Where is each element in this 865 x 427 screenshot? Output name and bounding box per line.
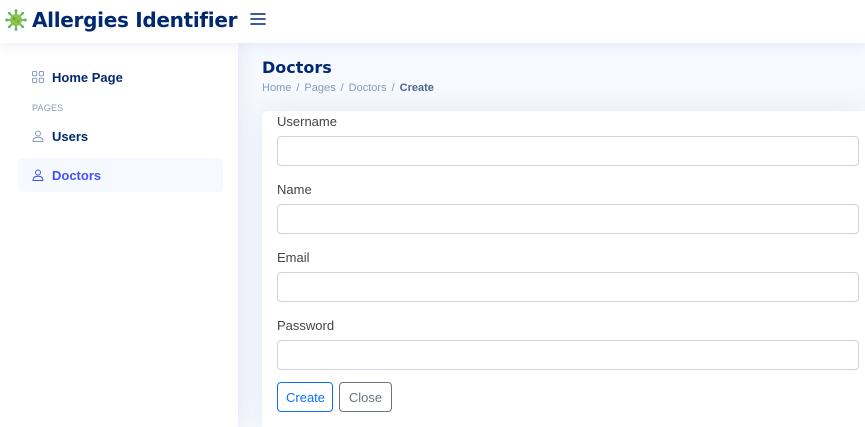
app-logo[interactable]: Allergies Identifier (5, 6, 237, 34)
name-field[interactable] (277, 204, 859, 234)
app-title: Allergies Identifier (32, 8, 238, 32)
breadcrumb-item-current: Create (399, 82, 434, 94)
sidebar-item-label: Users (52, 128, 89, 144)
breadcrumb-separator: / (391, 82, 395, 94)
grid-icon (32, 71, 44, 83)
breadcrumb-separator: / (296, 82, 300, 94)
sidebar: Home Page PAGES Users Doctors (0, 43, 238, 427)
sidebar-section-heading: PAGES (32, 103, 64, 113)
breadcrumb-item-pages[interactable]: Pages (304, 82, 335, 94)
sidebar-item-label: Home Page (52, 69, 123, 85)
breadcrumb: Home / Pages / Doctors / Create (262, 82, 434, 94)
sidebar-item-users[interactable]: Users (18, 119, 223, 153)
breadcrumb-separator: / (340, 82, 344, 94)
sidebar-item-doctors[interactable]: Doctors (18, 158, 223, 192)
page-title: Doctors (262, 58, 332, 77)
create-doctor-form: Username Name Email Password Create Clos… (262, 111, 865, 427)
virus-icon (5, 9, 27, 31)
person-icon (32, 169, 44, 181)
header: Allergies Identifier (0, 0, 865, 43)
name-label: Name (277, 182, 312, 197)
close-button[interactable]: Close (339, 382, 392, 412)
username-label: Username (277, 114, 337, 129)
page-title-block: Doctors Home / Pages / Doctors / Create (262, 58, 434, 94)
breadcrumb-item-doctors[interactable]: Doctors (349, 82, 387, 94)
person-icon (32, 130, 44, 142)
email-label: Email (277, 250, 310, 265)
password-label: Password (277, 318, 335, 333)
breadcrumb-item-home[interactable]: Home (262, 82, 291, 94)
sidebar-item-label: Doctors (52, 167, 102, 183)
email-field[interactable] (277, 272, 859, 302)
sidebar-item-home-page[interactable]: Home Page (18, 60, 223, 94)
username-field[interactable] (277, 136, 859, 166)
create-button[interactable]: Create (277, 382, 333, 412)
password-field[interactable] (277, 340, 859, 370)
hamburger-menu-icon[interactable] (249, 10, 267, 28)
